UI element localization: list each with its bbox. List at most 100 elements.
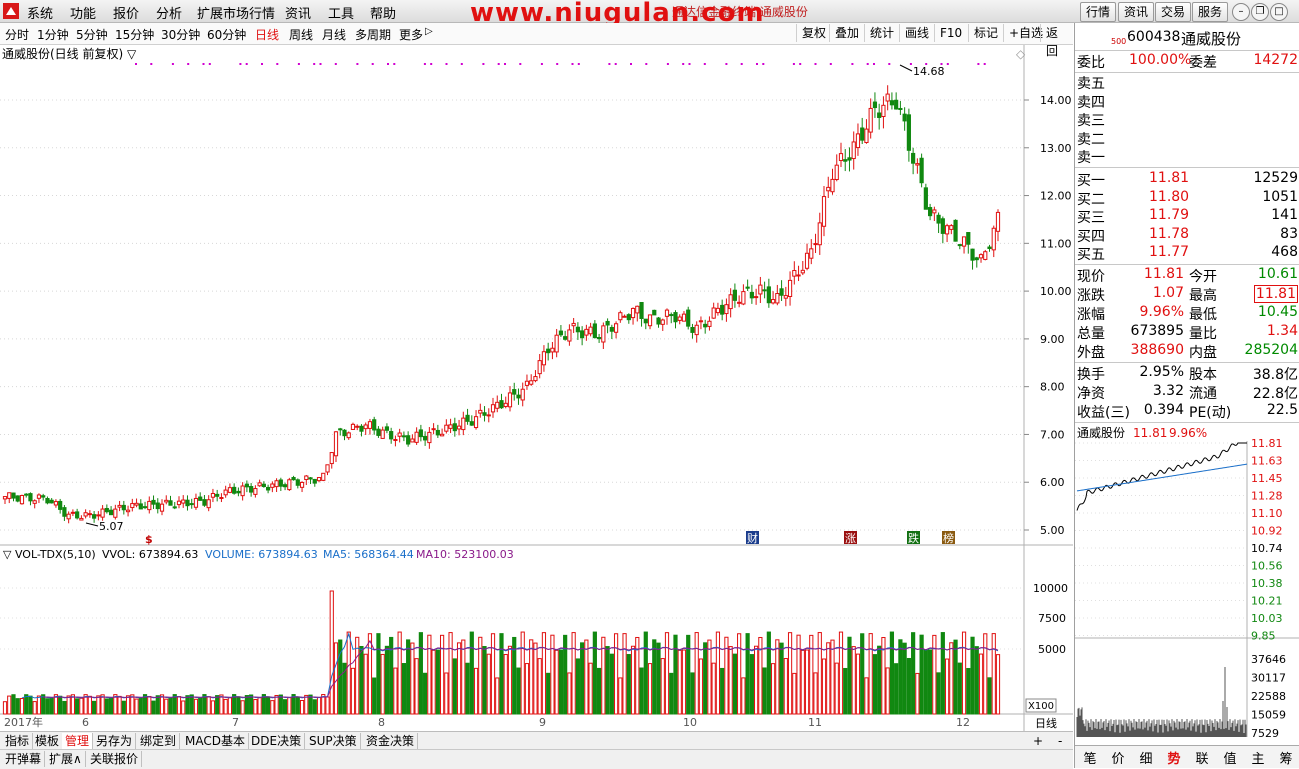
signal-dot [725, 63, 728, 65]
diamond-icon[interactable]: ◇ [1016, 47, 1026, 61]
buy4-row[interactable]: 买四 11.78 83 [1077, 226, 1298, 245]
volume-bar [745, 633, 750, 715]
sell3-row[interactable]: 卖三 [1077, 110, 1298, 129]
candle-body [384, 426, 390, 431]
sell1-row[interactable]: 卖一 [1077, 147, 1298, 166]
period-more[interactable]: 更多 [399, 26, 423, 43]
candle-body [444, 424, 449, 432]
tab-macd[interactable]: MACD基本 [182, 733, 249, 749]
top-btn-news[interactable]: 资讯 [1118, 2, 1154, 22]
period-weekly[interactable]: 周线 [289, 26, 313, 43]
minimize-icon[interactable]: – [1232, 3, 1250, 21]
volume-bar [333, 642, 339, 715]
vol-unit: X100 [1028, 701, 1054, 712]
event-marker-cai[interactable]: 财 [746, 531, 759, 545]
period-fenshi[interactable]: 分时 [5, 26, 29, 43]
tab-bind-to[interactable]: 绑定到 [137, 733, 181, 749]
candle-body [847, 157, 852, 161]
toolbar-f10[interactable]: F10 [934, 24, 967, 42]
panel-tab-7[interactable]: 筹 [1273, 748, 1299, 767]
menu-help[interactable]: 帮助 [370, 3, 396, 22]
toolbar-draw[interactable]: 画线 [899, 24, 934, 42]
kline-chart[interactable]: 通威股份(日线 前复权) ▽ ◇ 14.00 13.00 12.00 11.00 10.… [0, 45, 1073, 731]
zoom-in-button[interactable]: + [1030, 733, 1046, 749]
period-60min[interactable]: 60分钟 [207, 26, 246, 43]
related-quote-button[interactable]: 关联报价 [87, 751, 143, 767]
tab-save-as[interactable]: 另存为 [93, 733, 137, 749]
top-btn-trade[interactable]: 交易 [1155, 2, 1191, 22]
restore-icon[interactable]: ❐ [1251, 3, 1269, 21]
tab-fund[interactable]: 资金决策 [363, 733, 419, 749]
panel-tab-2[interactable]: 细 [1133, 748, 1159, 767]
menu-news[interactable]: 资讯 [285, 3, 311, 22]
app-logo-icon[interactable] [3, 3, 19, 19]
stat-label: 净资 [1077, 386, 1105, 402]
period-5min[interactable]: 5分钟 [76, 26, 108, 43]
panel-tab-5[interactable]: 值 [1217, 748, 1243, 767]
tab-sup[interactable]: SUP决策 [306, 733, 361, 749]
volume-bar [2, 701, 8, 715]
volume-bar [533, 642, 538, 715]
volume-bar [919, 634, 924, 715]
panel-tab-3[interactable]: 势 [1161, 748, 1187, 767]
buy1-row[interactable]: 买一 11.81 12529 [1077, 170, 1298, 189]
volume-bar [125, 695, 131, 715]
period-multi[interactable]: 多周期 [355, 26, 391, 43]
intraday-mini-chart[interactable]: 通威股份 11.81 9.96% 11.8111.6311.4511.2811.… [1075, 423, 1299, 745]
sell5-row[interactable]: 卖五 [1077, 73, 1298, 92]
period-15min[interactable]: 15分钟 [115, 26, 154, 43]
tab-dde[interactable]: DDE决策 [248, 733, 306, 749]
menu-quote[interactable]: 报价 [113, 3, 139, 22]
danmu-button[interactable]: 开弹幕 [2, 751, 46, 767]
volume-bar [991, 633, 996, 715]
period-monthly[interactable]: 月线 [322, 26, 346, 43]
tab-indicator[interactable]: 指标 [2, 733, 34, 749]
top-btn-service[interactable]: 服务 [1192, 2, 1228, 22]
panel-tab-1[interactable]: 价 [1105, 748, 1131, 767]
volume-bar [185, 695, 190, 715]
toolbar-mark[interactable]: 标记 [968, 24, 1003, 42]
candle-body [410, 438, 415, 443]
dollar-marker[interactable]: $ [145, 533, 153, 546]
tab-manage[interactable]: 管理 [62, 733, 94, 749]
toolbar-stats[interactable]: 统计 [864, 24, 899, 42]
menu-analysis[interactable]: 分析 [156, 3, 182, 22]
zoom-out-button[interactable]: - [1055, 733, 1065, 749]
menu-function[interactable]: 功能 [70, 3, 96, 22]
buy5-row[interactable]: 买五 11.77 468 [1077, 244, 1298, 263]
volume-bar [906, 657, 911, 715]
tab-template[interactable]: 模板 [32, 733, 64, 749]
toolbar-fuquan[interactable]: 复权 [796, 24, 831, 42]
period-30min[interactable]: 30分钟 [161, 26, 200, 43]
panel-tab-4[interactable]: 联 [1189, 748, 1215, 767]
top-btn-quote[interactable]: 行情 [1080, 2, 1116, 22]
menu-tools[interactable]: 工具 [328, 3, 354, 22]
volume-bar [227, 697, 233, 715]
buy3-row[interactable]: 买三 11.79 141 [1077, 207, 1298, 226]
vol-indicator-name[interactable]: ▽ VOL-TDX(5,10) [3, 548, 96, 561]
sell2-row[interactable]: 卖二 [1077, 129, 1298, 148]
period-daily[interactable]: 日线 [255, 26, 279, 43]
period-1min[interactable]: 1分钟 [37, 26, 69, 43]
menu-ext-market[interactable]: 扩展市场行情 [197, 3, 275, 22]
buy2-row[interactable]: 买二 11.80 1051 [1077, 189, 1298, 208]
candle-body [711, 307, 716, 319]
menu-system[interactable]: 系统 [27, 3, 53, 22]
event-marker-zhang[interactable]: 涨 [844, 531, 857, 545]
toolbar-overlay[interactable]: 叠加 [829, 24, 864, 42]
event-marker-die[interactable]: 跌 [907, 531, 920, 545]
stat-row-1: 涨跌 1.07 最高 11.81 [1077, 285, 1298, 304]
maximize-icon[interactable]: □ [1270, 3, 1288, 21]
candle-body [329, 452, 334, 465]
sell4-row[interactable]: 卖四 [1077, 92, 1298, 111]
kline-chart-area[interactable]: 通威股份(日线 前复权) ▽ ◇ 14.00 13.00 12.00 11.00 10.… [0, 45, 1073, 731]
volume-bar [473, 667, 479, 715]
expand-button[interactable]: 扩展∧ [46, 751, 86, 767]
panel-tab-6[interactable]: 主 [1245, 748, 1271, 767]
event-marker-bang[interactable]: 榜 [942, 531, 955, 545]
signal-dot [540, 63, 543, 65]
toolbar-back[interactable]: 返回 [1040, 24, 1073, 58]
more-chevron-icon[interactable]: ▷ [425, 26, 433, 37]
panel-tab-0[interactable]: 笔 [1077, 748, 1103, 767]
candle-body [546, 348, 551, 354]
